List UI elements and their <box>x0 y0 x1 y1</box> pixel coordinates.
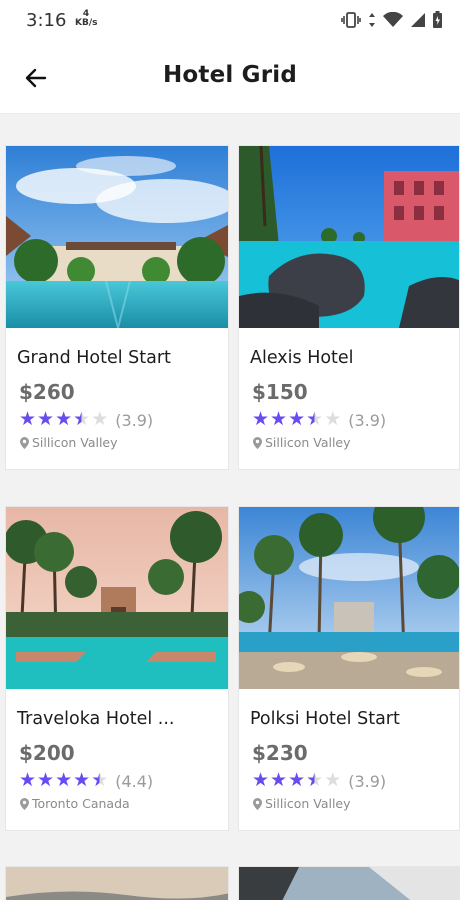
hotel-price: $260 <box>19 380 75 404</box>
hotel-name: Polksi Hotel Start <box>250 709 400 729</box>
location-pin-icon <box>20 436 29 449</box>
hotel-image <box>239 146 459 328</box>
star-rating: ★★★★★ <box>19 771 109 791</box>
location-text: Toronto Canada <box>32 796 130 811</box>
vibrate-icon <box>341 11 361 28</box>
star-empty-icon: ★ <box>324 770 342 791</box>
rating: ★★★★★ (4.4) <box>19 771 153 791</box>
hotel-location: Sillicon Valley <box>253 435 351 450</box>
hotel-location: Sillicon Valley <box>253 796 351 811</box>
wifi-icon <box>383 11 403 27</box>
star-full-icon: ★ <box>37 409 55 430</box>
hotel-name: Grand Hotel Start <box>17 348 171 368</box>
star-full-icon: ★ <box>55 770 73 791</box>
location-text: Sillicon Valley <box>265 435 351 450</box>
star-full-icon: ★ <box>288 770 306 791</box>
hotel-location: Sillicon Valley <box>20 435 118 450</box>
hotel-location: Toronto Canada <box>20 796 130 811</box>
location-text: Sillicon Valley <box>32 435 118 450</box>
hotel-card-partial[interactable] <box>238 866 460 900</box>
hotel-card-partial[interactable] <box>5 866 229 900</box>
rating: ★★★★★ (3.9) <box>252 410 386 430</box>
hotel-price: $230 <box>252 741 308 765</box>
star-half-icon: ★ <box>91 770 109 791</box>
rating: ★★★★★ (3.9) <box>19 410 153 430</box>
hotel-image <box>6 507 228 689</box>
hotel-card[interactable]: Alexis Hotel $150 ★★★★★ (3.9) Sillicon V… <box>238 145 460 470</box>
rating: ★★★★★ (3.9) <box>252 771 386 791</box>
hotel-name: Traveloka Hotel ... <box>17 709 175 729</box>
hotel-card[interactable]: Traveloka Hotel ... $200 ★★★★★ (4.4) Tor… <box>5 506 229 831</box>
star-full-icon: ★ <box>37 770 55 791</box>
status-icons <box>341 11 442 28</box>
hotel-price: $150 <box>252 380 308 404</box>
star-rating: ★★★★★ <box>252 410 342 430</box>
status-time: 3:16 <box>26 10 67 31</box>
signal-icon <box>411 12 425 27</box>
star-rating: ★★★★★ <box>252 771 342 791</box>
star-half-icon: ★ <box>306 409 324 430</box>
data-arrows-icon <box>369 12 375 27</box>
location-text: Sillicon Valley <box>265 796 351 811</box>
rating-value: (3.9) <box>115 410 154 430</box>
star-full-icon: ★ <box>19 770 37 791</box>
star-full-icon: ★ <box>55 409 73 430</box>
hotel-price: $200 <box>19 741 75 765</box>
network-speed-unit: KB/s <box>75 18 98 28</box>
star-half-icon: ★ <box>306 770 324 791</box>
location-pin-icon <box>253 797 262 810</box>
hotel-image <box>239 867 459 900</box>
network-speed: 4 KB/s <box>75 10 97 28</box>
star-full-icon: ★ <box>270 409 288 430</box>
star-empty-icon: ★ <box>324 409 342 430</box>
rating-value: (4.4) <box>115 771 154 791</box>
status-bar: 3:16 4 KB/s <box>0 0 460 40</box>
hotel-image <box>239 507 459 689</box>
hotel-image <box>6 146 228 328</box>
star-half-icon: ★ <box>73 409 91 430</box>
page-title: Hotel Grid <box>162 62 298 88</box>
star-full-icon: ★ <box>19 409 37 430</box>
battery-icon <box>433 11 442 28</box>
star-full-icon: ★ <box>252 770 270 791</box>
star-empty-icon: ★ <box>91 409 109 430</box>
star-rating: ★★★★★ <box>19 410 109 430</box>
location-pin-icon <box>253 436 262 449</box>
hotel-card[interactable]: Grand Hotel Start $260 ★★★★★ (3.9) Silli… <box>5 145 229 470</box>
star-full-icon: ★ <box>270 770 288 791</box>
star-full-icon: ★ <box>73 770 91 791</box>
star-full-icon: ★ <box>252 409 270 430</box>
star-full-icon: ★ <box>288 409 306 430</box>
rating-value: (3.9) <box>348 771 387 791</box>
app-bar: Hotel Grid <box>0 40 460 114</box>
location-pin-icon <box>20 797 29 810</box>
hotel-image <box>6 867 228 900</box>
hotel-name: Alexis Hotel <box>250 348 354 368</box>
rating-value: (3.9) <box>348 410 387 430</box>
hotel-card[interactable]: Polksi Hotel Start $230 ★★★★★ (3.9) Sill… <box>238 506 460 831</box>
